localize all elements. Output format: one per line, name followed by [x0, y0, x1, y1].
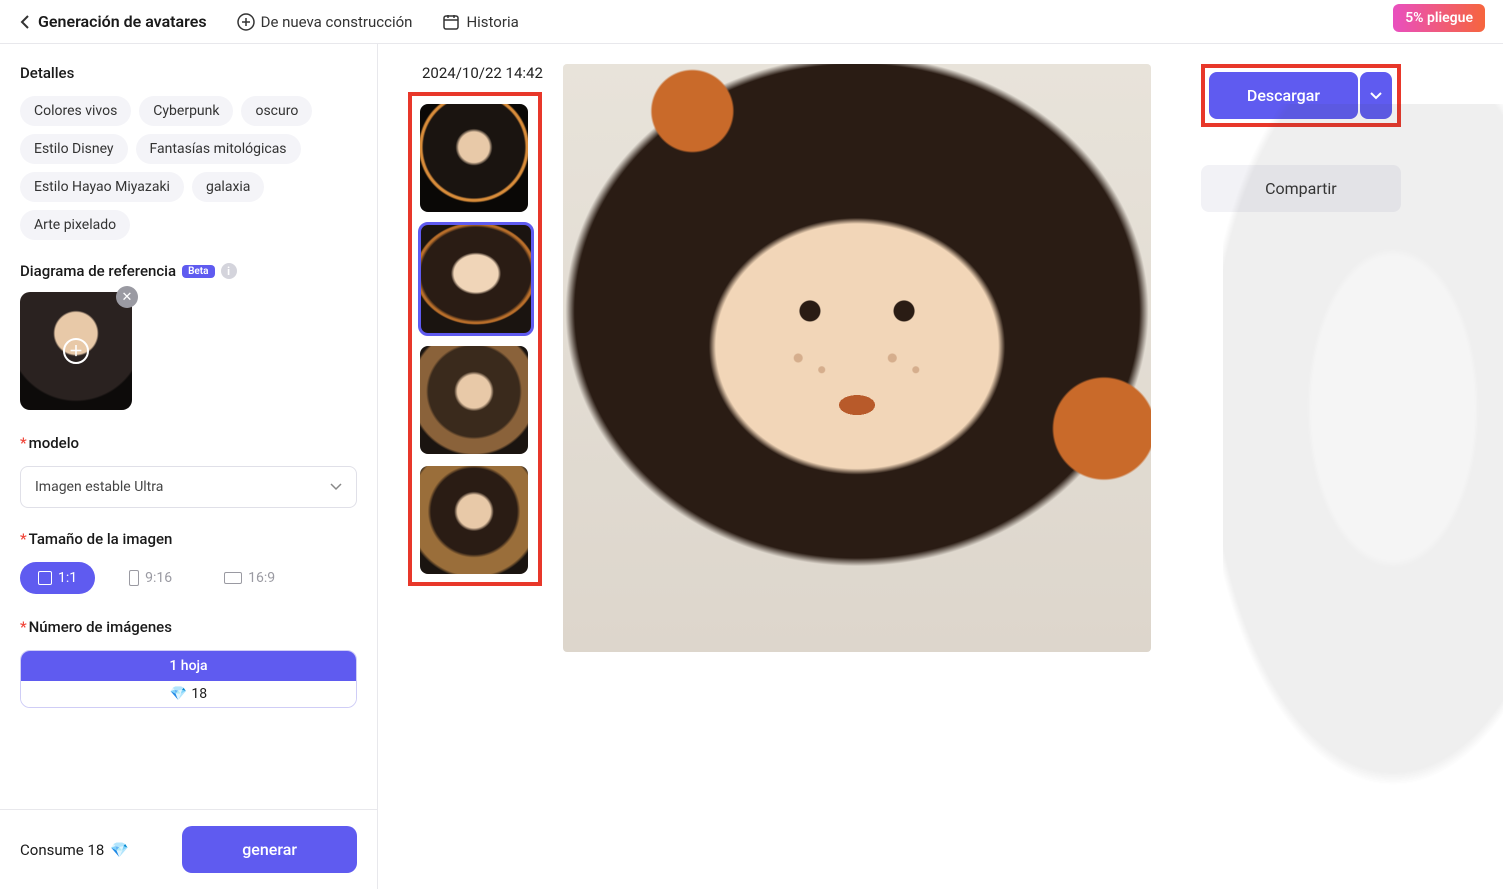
wide-icon [224, 572, 242, 584]
consume-label: Consume 18💎 [20, 841, 129, 859]
style-tags: Colores vivos Cyberpunk oscuro Estilo Di… [20, 96, 357, 240]
page-title: Generación de avatares [38, 12, 207, 31]
image-count-button[interactable]: 1 hoja 💎18 [20, 650, 357, 708]
nav-new-label: De nueva construcción [261, 13, 413, 31]
beta-badge: Beta [182, 265, 214, 278]
size-label: Tamaño de la imagen [20, 530, 357, 548]
thumbnail-2[interactable] [420, 224, 532, 334]
tag-disney[interactable]: Estilo Disney [20, 134, 128, 164]
ratio-16-9-label: 16:9 [248, 570, 275, 586]
reference-image[interactable]: ✕ ＋ [20, 292, 132, 410]
chevron-left-icon [20, 15, 30, 29]
ratio-1-1-label: 1:1 [58, 570, 77, 586]
chevron-down-icon [1370, 92, 1382, 100]
gem-icon: 💎 [110, 841, 129, 859]
ratio-9-16[interactable]: 9:16 [111, 562, 190, 594]
details-heading: Detalles [20, 64, 357, 82]
download-dropdown[interactable] [1360, 72, 1392, 119]
back-button[interactable]: Generación de avatares [20, 12, 207, 31]
zoom-icon[interactable]: ＋ [63, 338, 89, 364]
chevron-down-icon [330, 483, 342, 491]
nav-new[interactable]: De nueva construcción [237, 13, 413, 31]
ratio-1-1[interactable]: 1:1 [20, 562, 95, 594]
count-value: 1 hoja [21, 651, 356, 681]
ratio-9-16-label: 9:16 [145, 570, 172, 586]
promo-badge[interactable]: 5% pliegue [1393, 4, 1485, 32]
plus-circle-icon [237, 13, 255, 31]
history-icon [442, 13, 460, 31]
generate-button[interactable]: generar [182, 826, 357, 873]
tag-colores-vivos[interactable]: Colores vivos [20, 96, 131, 126]
thumbnails-highlight [408, 92, 542, 586]
nav-history-label: Historia [466, 13, 518, 31]
remove-reference-button[interactable]: ✕ [116, 286, 138, 308]
reference-heading: Diagrama de referencia [20, 262, 176, 280]
share-button[interactable]: Compartir [1201, 165, 1401, 212]
tag-cyberpunk[interactable]: Cyberpunk [139, 96, 233, 126]
model-label: modelo [20, 434, 357, 452]
nav-history[interactable]: Historia [442, 13, 518, 31]
portrait-icon [129, 570, 139, 586]
thumbnail-3[interactable] [420, 346, 528, 454]
count-cost: 18 [191, 686, 207, 702]
download-button[interactable]: Descargar [1209, 72, 1358, 119]
tag-miyazaki[interactable]: Estilo Hayao Miyazaki [20, 172, 184, 202]
model-select[interactable]: Imagen estable Ultra [20, 466, 357, 508]
preview-image[interactable] [563, 64, 1151, 652]
tag-oscuro[interactable]: oscuro [241, 96, 312, 126]
tag-pixelado[interactable]: Arte pixelado [20, 210, 130, 240]
thumbnail-4[interactable] [420, 466, 528, 574]
model-value: Imagen estable Ultra [35, 479, 163, 495]
tag-galaxia[interactable]: galaxia [192, 172, 264, 202]
ratio-16-9[interactable]: 16:9 [206, 562, 293, 594]
count-label: Número de imágenes [20, 618, 357, 636]
info-icon[interactable]: i [221, 263, 237, 279]
gem-icon: 💎 [170, 686, 187, 702]
download-highlight: Descargar [1201, 64, 1401, 127]
tag-mitologicas[interactable]: Fantasías mitológicas [136, 134, 301, 164]
square-icon [38, 571, 52, 585]
thumbnail-1[interactable] [420, 104, 528, 212]
generation-timestamp: 2024/10/22 14:42 [422, 64, 543, 82]
